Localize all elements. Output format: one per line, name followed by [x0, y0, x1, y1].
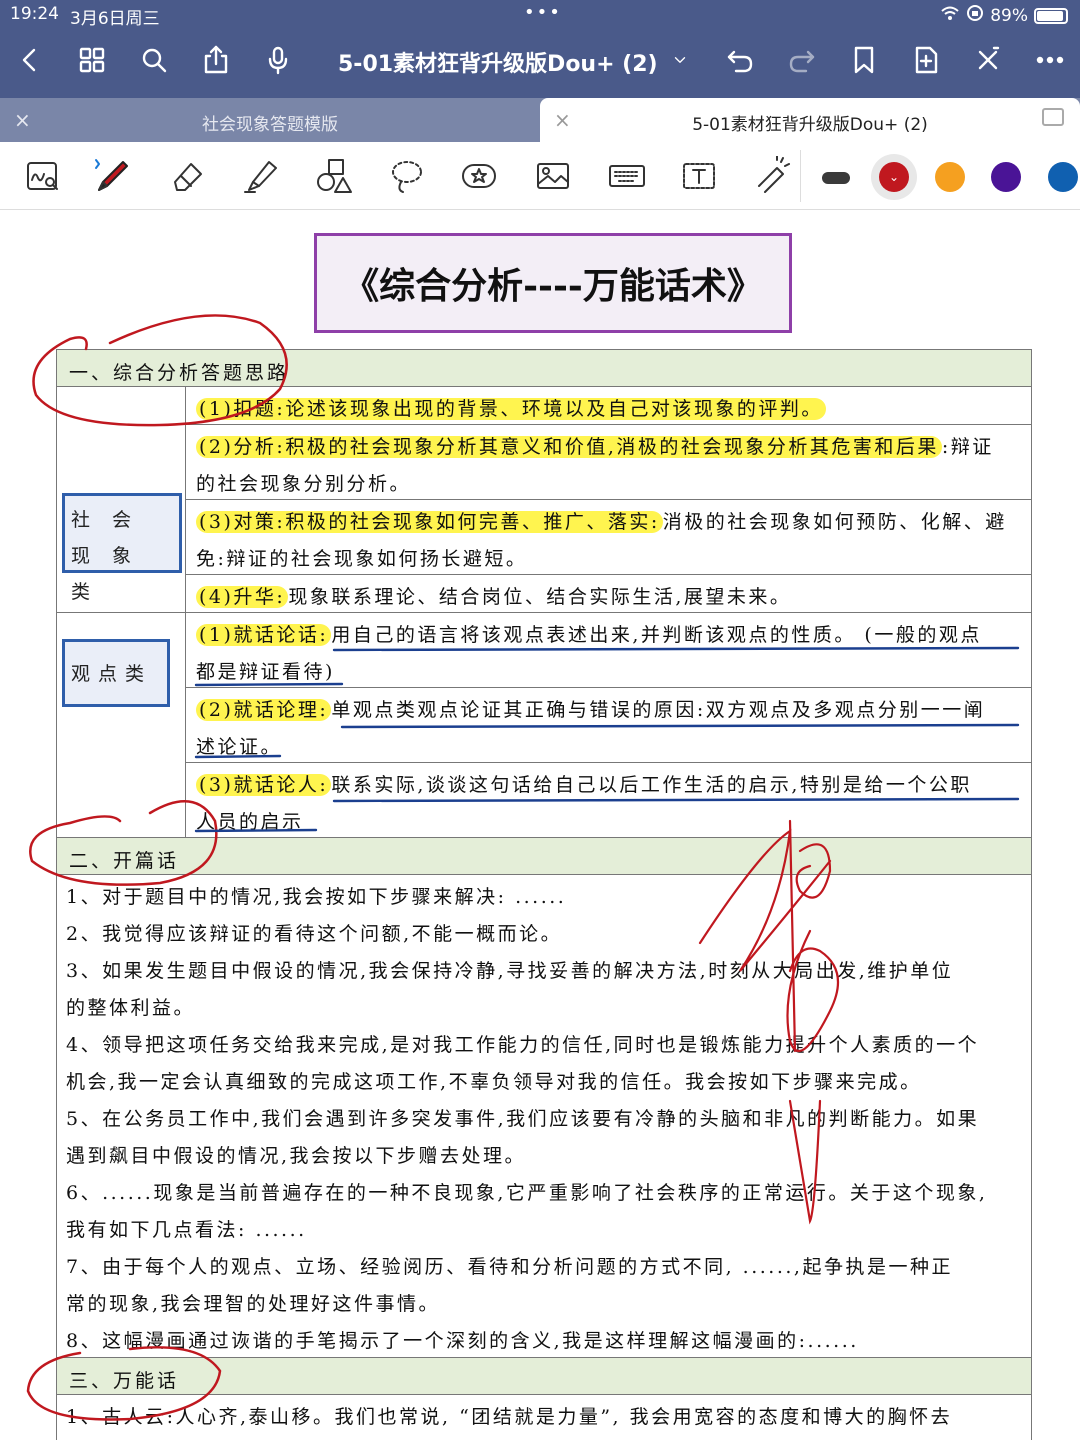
multitask-dots-icon[interactable]: ••• — [524, 2, 562, 23]
category-social-phenomenon: 社 会 现 象 类 — [62, 493, 182, 603]
lasso-icon[interactable] — [384, 154, 430, 198]
sticker-icon[interactable] — [456, 154, 502, 198]
list-item: 4、领导把这项任务交给我来完成,是对我工作能力的信任,同时也是锻炼能力提升个人素… — [66, 1034, 980, 1056]
laser-pointer-icon[interactable] — [748, 154, 794, 198]
battery-icon — [1034, 7, 1068, 24]
status-bar: 19:24 3月6日周三 ••• 89% — [0, 0, 1080, 29]
keyboard-icon[interactable] — [604, 154, 650, 198]
row-divider — [185, 574, 1032, 575]
category-viewpoint: 观点类 — [62, 639, 170, 707]
split-view-icon[interactable] — [1042, 108, 1064, 126]
universal-lines: 1、古人云:人心齐,泰山移。我们也常说, “团结就是力量”, 我会用宽容的态度和… — [66, 1399, 1026, 1436]
color-swatch-blue[interactable] — [1048, 162, 1078, 192]
highlighter-icon[interactable] — [238, 154, 284, 198]
row-divider — [56, 874, 1032, 875]
chevron-down-icon[interactable] — [664, 40, 696, 80]
shapes-icon[interactable] — [310, 154, 356, 198]
color-swatch-red[interactable]: ⌄ — [879, 162, 909, 192]
tab-label: 5-01素材狂背升级版Dou+ (2) — [692, 115, 928, 135]
answer-step-1: (1)扣题:论述该现象出现的背景、环境以及自己对该现象的评判。 — [196, 391, 826, 428]
annotation-toolbar — [0, 142, 1080, 210]
list-item: 我有如下几点看法: ...... — [66, 1219, 307, 1241]
tab-current-document[interactable]: × 5-01素材狂背升级版Dou+ (2) — [540, 98, 1080, 142]
tab-social-phenomenon-template[interactable]: × 社会现象答题模版 — [0, 98, 540, 142]
document-title[interactable]: 5-01素材狂背升级版Dou+ (2) — [338, 46, 658, 78]
viewpoint-step-1: (1)就话论话: 用自己的语言将该观点表述出来,并判断该观点的性质。 (一般的观点… — [196, 624, 982, 683]
list-item: 2、我觉得应该辩证的看待这个问额,不能一概而论。 — [66, 923, 563, 945]
toolbar-divider — [800, 150, 801, 202]
list-item: 7、由于每个人的观点、立场、经验阅历、看待和分析问题的方式不同, ......,… — [66, 1256, 953, 1278]
pen-icon[interactable] — [90, 154, 136, 198]
row-divider — [56, 612, 186, 613]
top-bar: 19:24 3月6日周三 ••• 89% 5-01素材狂背升级版Dou+ (2) — [0, 0, 1080, 98]
mic-icon[interactable] — [258, 40, 298, 80]
color-swatch-black[interactable] — [822, 172, 850, 184]
row-divider — [185, 687, 1032, 688]
bookmark-icon[interactable] — [844, 40, 884, 80]
list-item: 1、古人云:人心齐,泰山移。我们也常说, “团结就是力量”, 我会用宽容的态度和… — [66, 1406, 953, 1428]
eraser-icon[interactable] — [164, 154, 210, 198]
document-heading: 《综合分析----万能话术》 — [343, 265, 763, 307]
share-icon[interactable] — [196, 40, 236, 80]
color-swatch-purple[interactable] — [991, 162, 1021, 192]
redo-icon[interactable] — [782, 40, 822, 80]
close-icon[interactable] — [968, 40, 1008, 80]
document-page[interactable]: 《综合分析----万能话术》 一、综合分析答题思路 社 会 现 象 类 观点类 … — [0, 211, 1080, 1440]
document-heading-box: 《综合分析----万能话术》 — [314, 233, 792, 333]
viewpoint-step-2: (2)就话论理: 单观点类观点论证其正确与错误的原因:双方观点及多观点分别一一阐述… — [196, 699, 986, 758]
opening-lines: 1、对于题目中的情况,我会按如下步骤来解决: ...... 2、我觉得应该辩证的… — [66, 879, 1026, 1360]
list-item: 常的现象,我会理智的处理好这件事情。 — [66, 1293, 441, 1315]
more-icon[interactable] — [1030, 40, 1070, 80]
section-header: 三、万能话 — [57, 1358, 1031, 1394]
add-page-icon[interactable] — [906, 40, 946, 80]
answer-step-3: (3)对策:积极的社会现象如何完善、推广、落实: 消极的社会现象如何预防、化解、避… — [196, 511, 1007, 570]
status-time: 19:24 — [10, 4, 59, 24]
wifi-icon — [940, 5, 960, 26]
undo-icon[interactable] — [720, 40, 760, 80]
row-divider — [56, 1394, 1032, 1395]
section-header: 一、综合分析答题思路 — [57, 350, 1031, 386]
grid-icon[interactable] — [72, 40, 112, 80]
list-item: 6、......现象是当前普遍存在的一种不良现象,它严重影响了社会秩序的正常运行… — [66, 1182, 988, 1204]
viewpoint-step-3: (3)就话论人: 联系实际,谈谈这句话给自己以后工作生活的启示,特别是给一个公职人… — [196, 774, 972, 833]
list-item: 遇到飙目中假设的情况,我会按以下步赠去处理。 — [66, 1145, 527, 1167]
battery-percent: 89% — [990, 5, 1028, 26]
section-header: 二、开篇话 — [57, 838, 1031, 874]
tab-bar: × 社会现象答题模版 × 5-01素材狂背升级版Dou+ (2) — [0, 98, 1080, 142]
lock-rotation-icon — [966, 4, 984, 27]
search-icon[interactable] — [134, 40, 174, 80]
list-item: 5、在公务员工作中,我们会遇到许多突发事件,我们应该要有冷静的头脑和非凡的判断能… — [66, 1108, 980, 1130]
text-icon[interactable] — [676, 154, 722, 198]
close-tab-icon[interactable]: × — [554, 108, 571, 132]
row-divider — [185, 424, 1032, 425]
color-swatch-orange[interactable] — [935, 162, 965, 192]
list-item: 的整体利益。 — [66, 997, 196, 1019]
status-date: 3月6日周三 — [70, 9, 160, 29]
image-icon[interactable] — [530, 154, 576, 198]
row-divider — [185, 762, 1032, 763]
handwriting-search-icon[interactable] — [20, 154, 66, 198]
list-item: 8、这幅漫画通过诙谐的手笔揭示了一个深刻的含义,我是这样理解这幅漫画的:....… — [66, 1330, 859, 1352]
row-divider — [56, 386, 1032, 387]
list-item: 机会,我一定会认真细致的完成这项工作,不辜负领导对我的信任。我会按如下步骤来完成… — [66, 1071, 922, 1093]
tab-label: 社会现象答题模版 — [202, 115, 338, 135]
answer-step-2: (2)分析:积极的社会现象分析其意义和价值,消极的社会现象分析其危害和后果:辩证… — [196, 436, 994, 495]
back-icon[interactable] — [10, 40, 50, 80]
answer-step-4: (4)升华: 现象联系理论、结合岗位、结合实际生活,展望未来。 — [196, 579, 791, 616]
row-divider — [185, 499, 1032, 500]
row-divider — [185, 612, 1032, 613]
list-item: 3、如果发生题目中假设的情况,我会保持冷静,寻找妥善的解决方法,时刻从大局出发,… — [66, 960, 954, 982]
list-item: 1、对于题目中的情况,我会按如下步骤来解决: ...... — [66, 886, 567, 908]
